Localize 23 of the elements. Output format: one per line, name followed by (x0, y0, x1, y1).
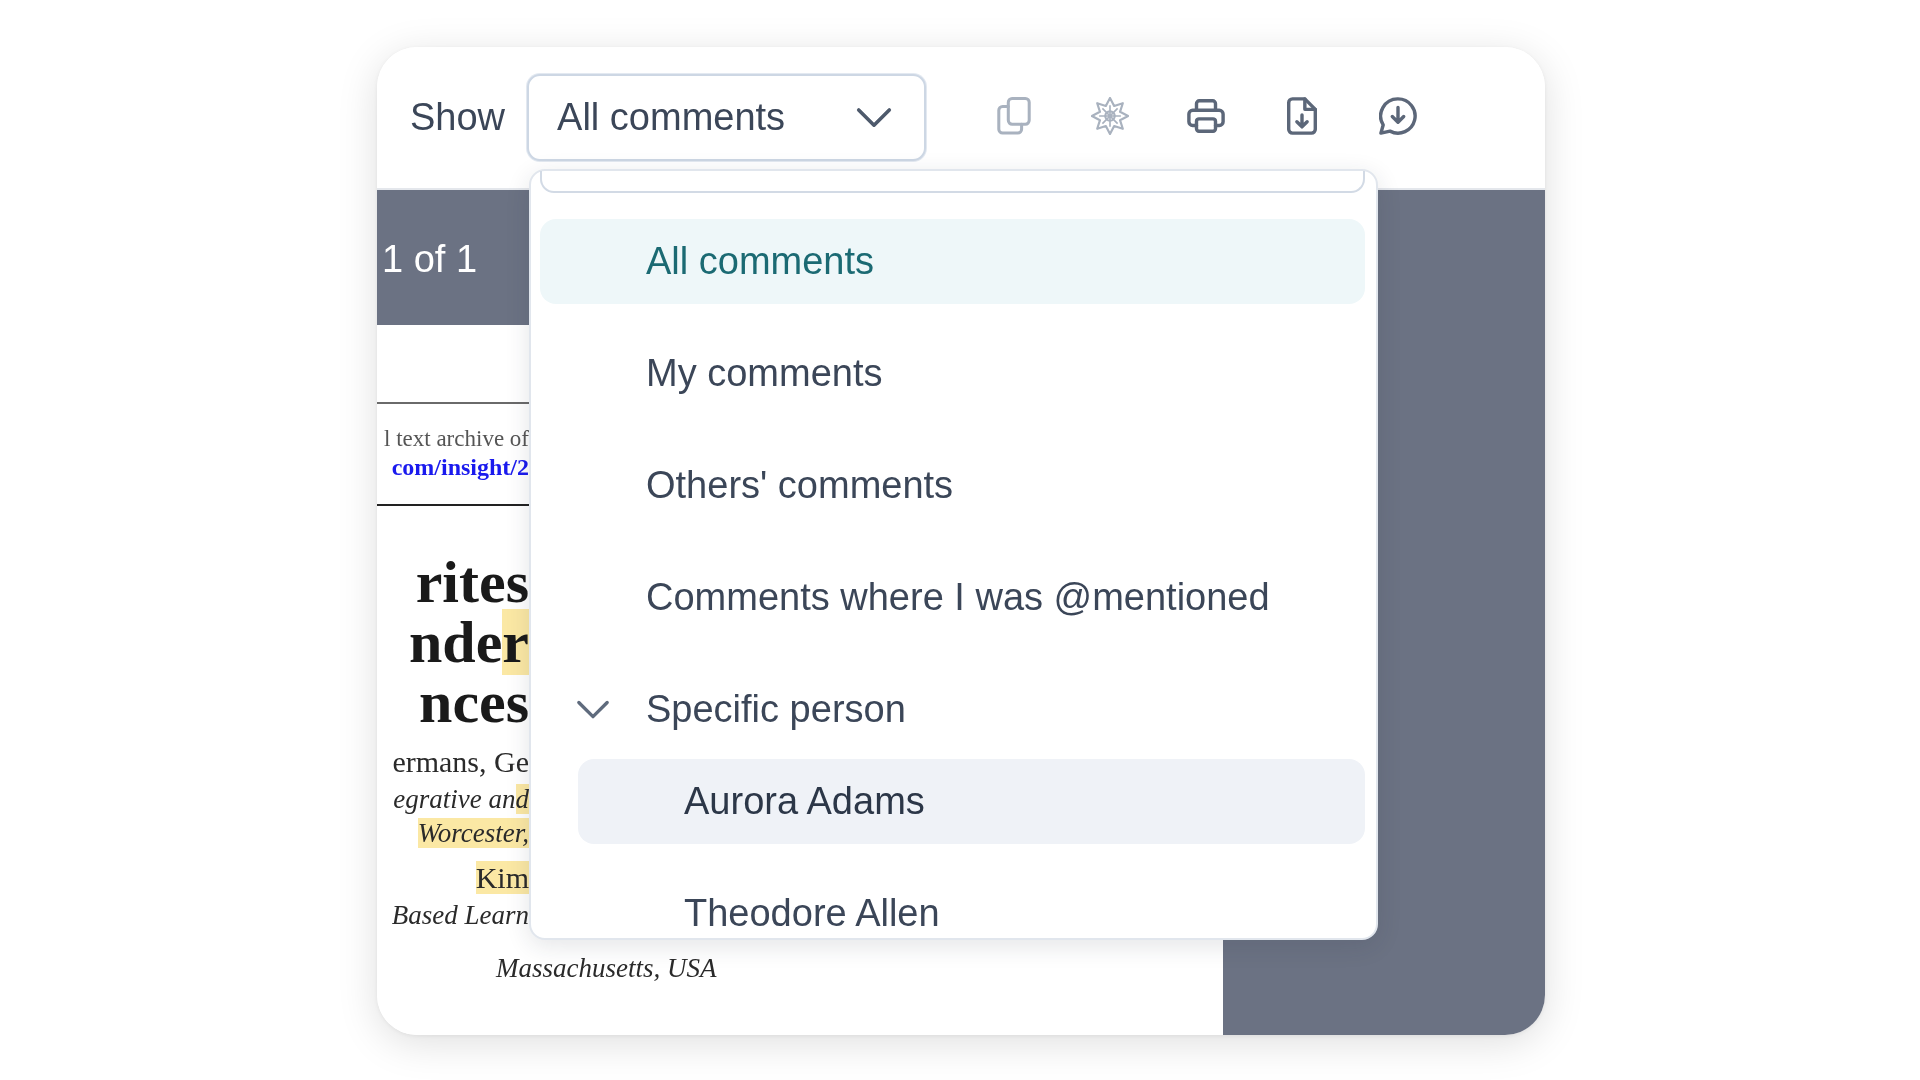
document-affiliation-line: Based Learn (390, 899, 529, 932)
page-indicator: 1 of 1 (382, 236, 478, 282)
document-title-line: nder (408, 612, 529, 672)
search-field[interactable] (540, 171, 1365, 193)
menu-item[interactable]: Specific person (540, 667, 1365, 752)
chat-download-icon[interactable] (1379, 96, 1418, 135)
menu-item[interactable]: Comments where I was @mentioned (540, 555, 1365, 640)
menu-item[interactable]: Aurora Adams (578, 759, 1365, 844)
chevron-down-icon[interactable] (576, 699, 610, 720)
chevron-down-icon (856, 106, 893, 129)
menu-group-label: Specific person (646, 686, 906, 732)
menu-item[interactable]: My comments (540, 331, 1365, 416)
printer-icon[interactable] (1187, 96, 1226, 135)
document-text: l text archive of (383, 425, 529, 453)
document-author-line: ermans, Ge (391, 744, 529, 780)
filter-select[interactable]: All comments (527, 74, 927, 161)
document-affiliation-line: egrative and (392, 783, 529, 816)
menu-item[interactable]: Others' comments (540, 443, 1365, 528)
document-title-line: rites (414, 552, 529, 612)
document-title-line: nces (418, 672, 529, 732)
show-label: Show (410, 94, 506, 140)
document-link[interactable]: com/insight/2 (377, 453, 529, 482)
menu-item[interactable]: All comments (540, 219, 1365, 304)
